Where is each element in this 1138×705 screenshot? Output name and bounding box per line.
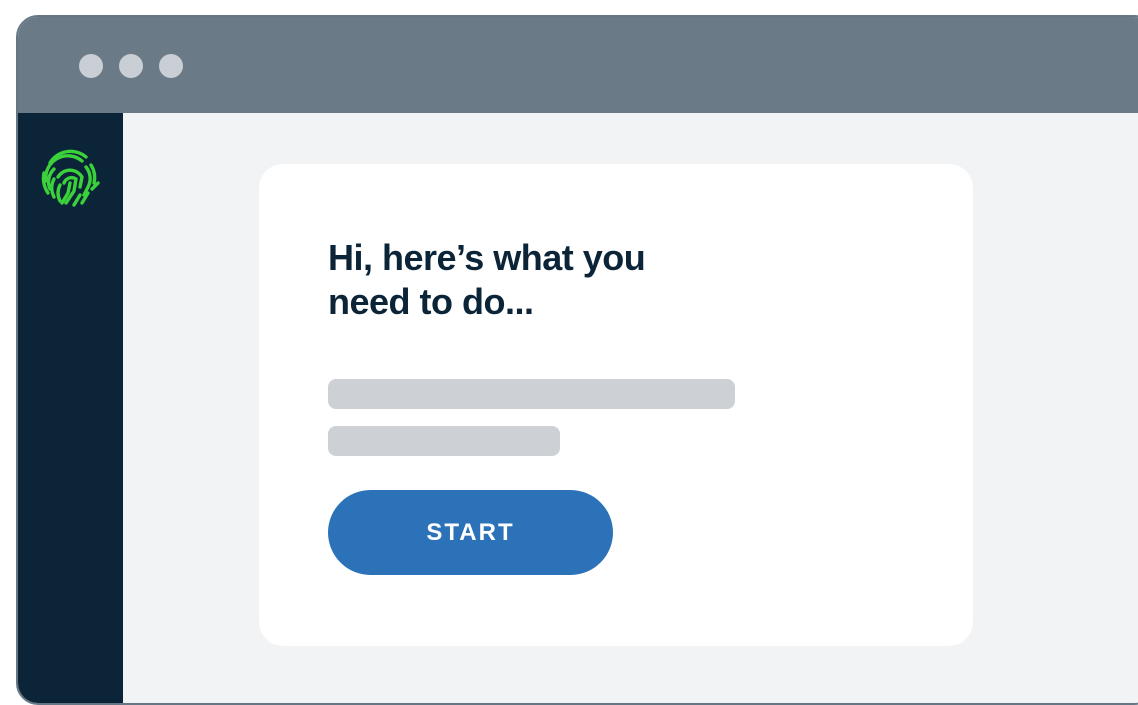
task-card: Hi, here’s what you need to do... START xyxy=(259,164,973,646)
window-dot-3[interactable] xyxy=(159,54,183,78)
fingerprint-icon[interactable] xyxy=(36,143,104,211)
heading-line-2: need to do... xyxy=(328,281,534,322)
text-placeholder-line xyxy=(328,426,560,456)
start-button[interactable]: START xyxy=(328,490,613,575)
text-placeholder-line xyxy=(328,379,735,409)
heading-line-1: Hi, here’s what you xyxy=(328,237,646,278)
card-heading: Hi, here’s what you need to do... xyxy=(328,236,748,324)
window-dot-2[interactable] xyxy=(119,54,143,78)
title-bar xyxy=(18,17,1138,113)
window-dot-1[interactable] xyxy=(79,54,103,78)
main-content: Hi, here’s what you need to do... START xyxy=(123,113,1138,703)
sidebar xyxy=(18,113,123,703)
browser-window: Hi, here’s what you need to do... START xyxy=(16,15,1138,705)
